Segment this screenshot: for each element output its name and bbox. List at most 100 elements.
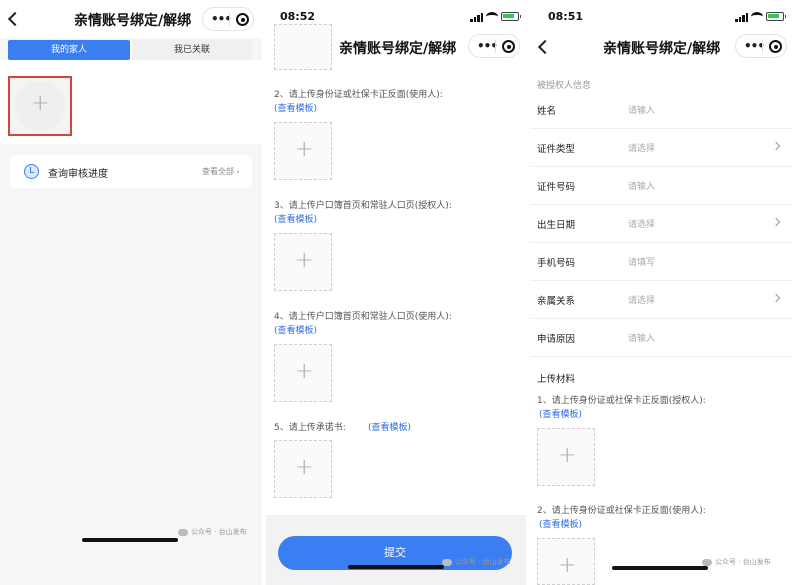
field-label: 申请原因 [537, 334, 576, 345]
tab-bar: 我的家人 我已关联 [8, 40, 252, 60]
mini-program-capsule[interactable]: ••• [468, 34, 520, 58]
signal-icon [470, 12, 484, 22]
wechat-icon [442, 558, 452, 566]
review-progress-label: 查询审核进度 [48, 169, 108, 180]
upload-label: 4、请上传户口簿首页和常驻人口页(使用人): [274, 312, 452, 322]
upload-label: 2、请上传身份证或社保卡正反面(使用人): [274, 90, 443, 100]
upload-label: 2、请上传身份证或社保卡正反面(使用人): [537, 506, 706, 516]
status-time: 08:51 [548, 10, 584, 23]
home-indicator [348, 565, 444, 569]
upload-label: 3、请上传户口簿首页和常驻人口页(授权人): [274, 201, 452, 211]
upload-box[interactable]: + [274, 233, 332, 291]
close-target-icon[interactable] [769, 40, 782, 53]
upload-box[interactable] [274, 24, 332, 70]
add-family-button[interactable]: + [8, 76, 72, 136]
wechat-icon [702, 558, 712, 566]
view-template-link[interactable]: (查看模板) [274, 101, 317, 114]
plus-icon: + [295, 137, 314, 162]
tab-linked[interactable]: 我已关联 [132, 40, 252, 60]
plus-icon: + [558, 553, 577, 578]
field-placeholder[interactable]: 请输入 [628, 103, 655, 116]
field-placeholder[interactable]: 请输入 [628, 179, 655, 192]
upload-box[interactable]: + [274, 122, 332, 180]
upload-box[interactable]: + [537, 428, 595, 486]
watermark: 公众号 · 台山发布 [442, 557, 511, 567]
field-placeholder[interactable]: 请填写 [628, 255, 655, 268]
birth-date-select[interactable]: 出生日期 请选择 [530, 205, 792, 243]
home-indicator [82, 538, 178, 542]
plus-icon: + [295, 359, 314, 384]
field-placeholder[interactable]: 请选择 [628, 217, 655, 230]
screen-upload-materials: 08:52 亲情账号绑定/解绑 ••• 2、请上传身份证或社保卡正反面(使用人)… [266, 0, 526, 585]
wifi-icon [751, 12, 763, 21]
field-label: 亲属关系 [537, 296, 576, 307]
page-title: 亲情账号绑定/解绑 [339, 41, 457, 57]
id-type-select[interactable]: 证件类型 请选择 [530, 129, 792, 167]
field-label: 姓名 [537, 106, 557, 117]
upload-label: 1、请上传身份证或社保卡正反面(授权人): [537, 396, 706, 406]
reason-field[interactable]: 申请原因 请输入 [530, 319, 792, 357]
tab-my-family[interactable]: 我的家人 [8, 40, 130, 60]
upload-list: 2、请上传身份证或社保卡正反面(使用人): (查看模板) + 3、请上传户口簿首… [266, 24, 526, 515]
screen-my-family: 亲情账号绑定/解绑 ••• 我的家人 我已关联 + 查询审核进度 查看全部 › … [0, 0, 262, 585]
close-target-icon[interactable] [236, 13, 249, 26]
view-template-link[interactable]: (查看模板) [274, 212, 317, 225]
back-arrow-icon[interactable] [537, 39, 553, 55]
plus-icon: + [295, 248, 314, 273]
more-dots-icon[interactable]: ••• [211, 12, 232, 26]
battery-icon [766, 12, 786, 21]
plus-icon: + [558, 443, 577, 468]
plus-icon: + [295, 455, 314, 480]
capsule-divider [229, 13, 230, 26]
id-number-field[interactable]: 证件号码 请输入 [530, 167, 792, 205]
wechat-icon [178, 528, 188, 536]
nav-bar: 亲情账号绑定/解绑 ••• [0, 0, 262, 38]
battery-icon [501, 12, 521, 21]
field-label: 出生日期 [537, 220, 576, 231]
back-arrow-icon[interactable] [7, 11, 23, 27]
more-dots-icon[interactable]: ••• [744, 39, 765, 53]
page-title: 亲情账号绑定/解绑 [603, 41, 721, 57]
chevron-right-icon [771, 217, 781, 227]
view-template-link[interactable]: (查看模板) [539, 407, 582, 420]
more-dots-icon[interactable]: ••• [477, 39, 498, 53]
field-placeholder[interactable]: 请输入 [628, 331, 655, 344]
relationship-select[interactable]: 亲属关系 请选择 [530, 281, 792, 319]
add-circle: + [15, 81, 65, 131]
status-time: 08:52 [280, 10, 316, 23]
mini-program-capsule[interactable]: ••• [202, 7, 254, 31]
view-template-link[interactable]: (查看模板) [368, 420, 411, 433]
section-title: 被授权人信息 [537, 81, 592, 91]
upload-box[interactable]: + [537, 538, 595, 585]
field-placeholder[interactable]: 请选择 [628, 293, 655, 306]
chevron-right-icon [771, 141, 781, 151]
chevron-right-icon [771, 293, 781, 303]
upload-box[interactable]: + [274, 344, 332, 402]
upload-label: 5、请上传承诺书: [274, 423, 346, 433]
plus-icon: + [31, 91, 50, 116]
capsule-divider [762, 40, 763, 53]
close-target-icon[interactable] [502, 40, 515, 53]
phone-field[interactable]: 手机号码 请填写 [530, 243, 792, 281]
signal-icon [735, 12, 749, 22]
view-all-link[interactable]: 查看全部 › [202, 166, 240, 177]
mini-program-capsule[interactable]: ••• [735, 34, 787, 58]
clock-icon [24, 164, 39, 179]
field-placeholder[interactable]: 请选择 [628, 141, 655, 154]
upload-box[interactable]: + [274, 440, 332, 498]
capsule-divider [495, 40, 496, 53]
home-indicator [612, 566, 708, 570]
watermark: 公众号 · 台山发布 [702, 557, 771, 567]
review-progress-card[interactable]: 查询审核进度 查看全部 › [10, 155, 252, 188]
materials-title: 上传材料 [537, 374, 576, 385]
field-label: 手机号码 [537, 258, 576, 269]
page-title: 亲情账号绑定/解绑 [74, 13, 192, 29]
field-label: 证件号码 [537, 182, 576, 193]
view-template-link[interactable]: (查看模板) [274, 323, 317, 336]
wifi-icon [486, 12, 498, 21]
name-field[interactable]: 姓名 请输入 [530, 91, 792, 129]
field-label: 证件类型 [537, 144, 576, 155]
screen-authorized-person-form: 08:51 亲情账号绑定/解绑 ••• 被授权人信息 姓名 请输入 证件类型 请… [530, 0, 800, 585]
watermark: 公众号 · 台山发布 [178, 527, 247, 537]
view-template-link[interactable]: (查看模板) [539, 517, 582, 530]
